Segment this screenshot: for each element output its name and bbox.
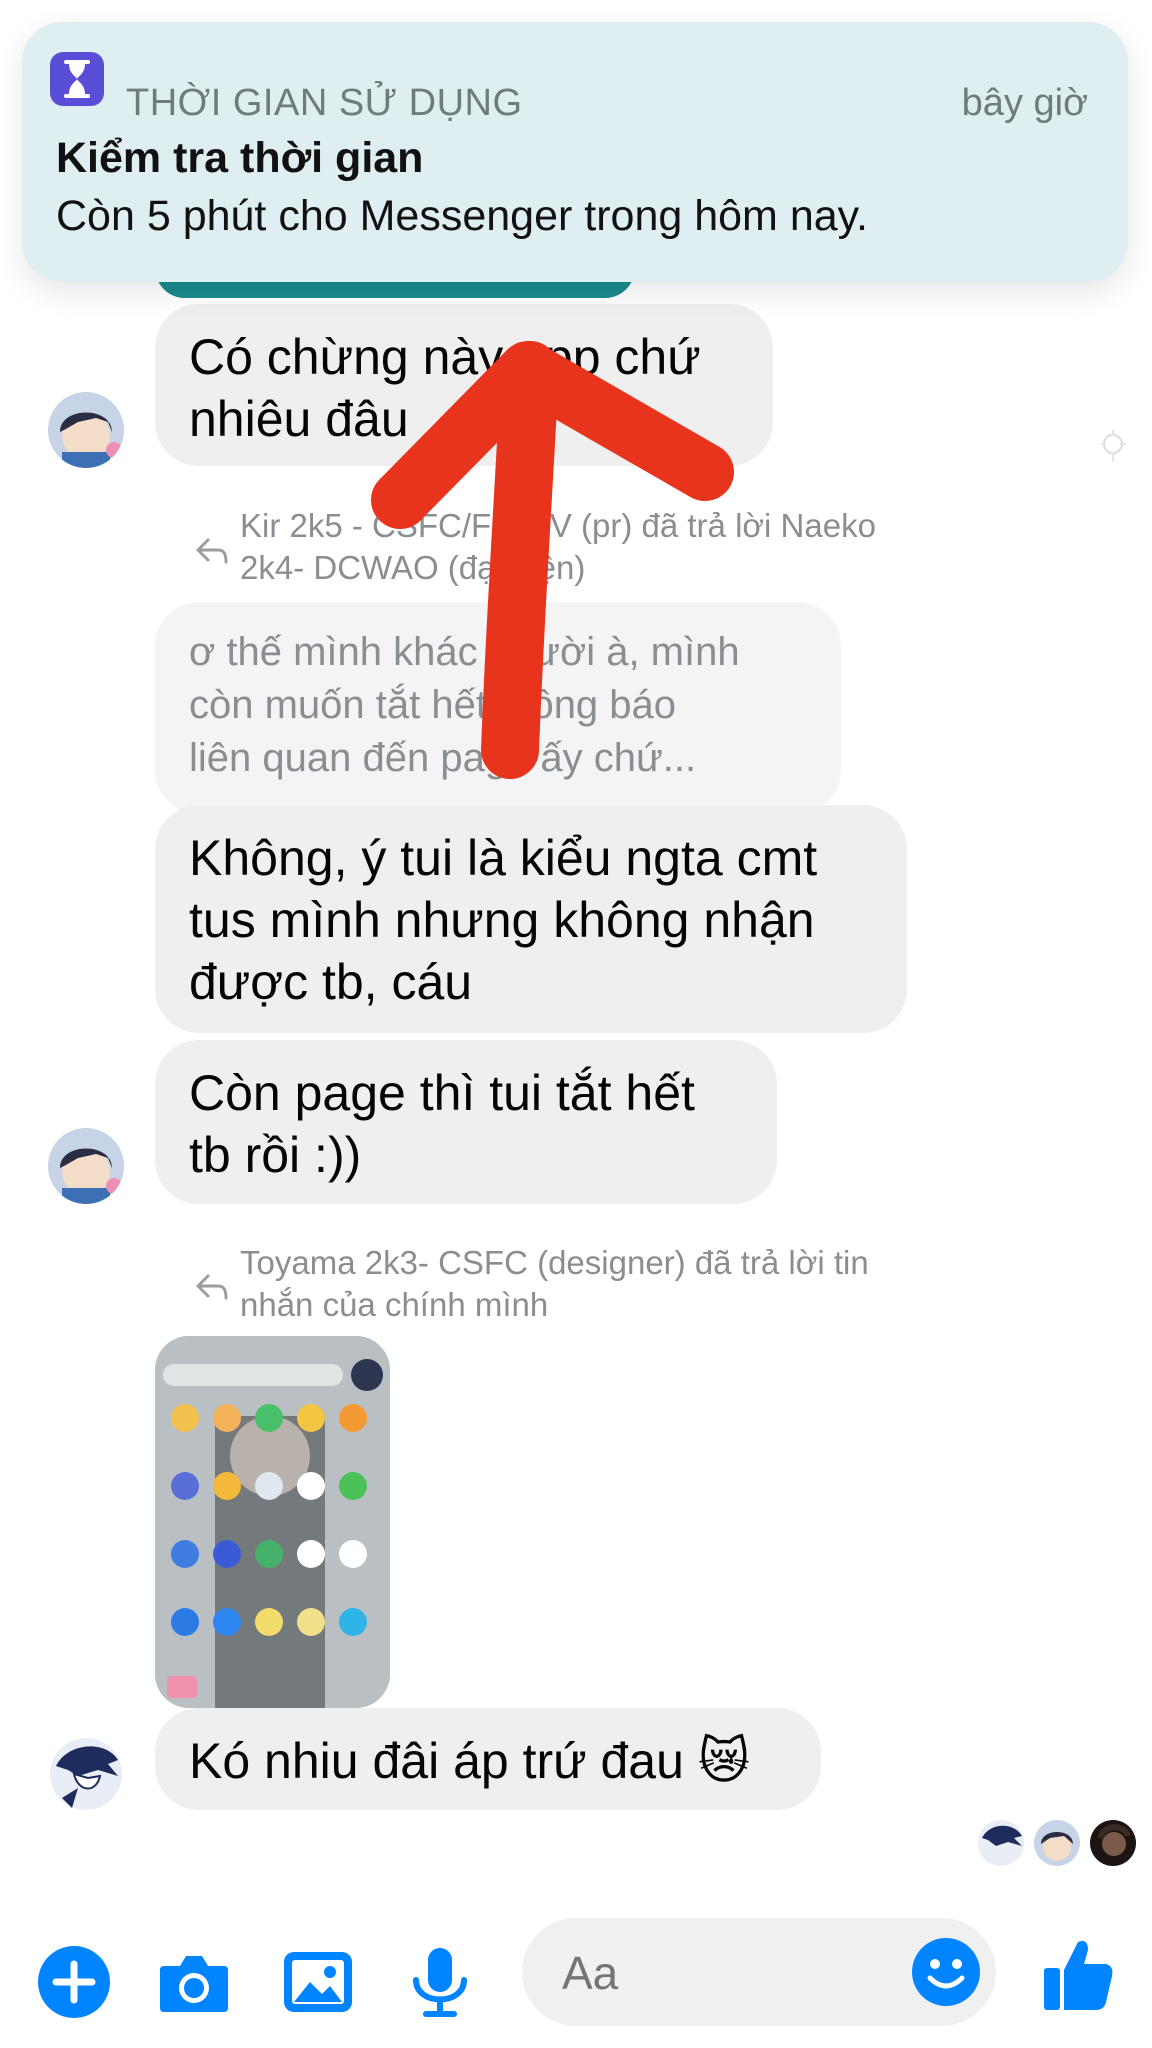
quoted-message[interactable]: ơ thế mình khác người à, mình còn muốn t… bbox=[155, 602, 841, 814]
message-bubble[interactable]: Không, ý tui là kiểu ngta cmt tus mình n… bbox=[155, 805, 907, 1033]
hourglass-icon bbox=[50, 52, 104, 106]
reply-note: Toyama 2k3- CSFC (designer) đã trả lời t… bbox=[240, 1244, 869, 1323]
seen-avatar bbox=[978, 1820, 1024, 1866]
sender-avatar[interactable] bbox=[48, 1128, 124, 1204]
notification-time: bây giờ bbox=[961, 82, 1088, 124]
screen-time-notification[interactable]: THỜI GIAN SỬ DỤNG bây giờ Kiểm tra thời … bbox=[22, 22, 1128, 282]
sender-avatar[interactable] bbox=[48, 392, 124, 468]
seen-avatar bbox=[1034, 1820, 1080, 1866]
notification-title: Kiểm tra thời gian bbox=[56, 134, 424, 182]
camera-icon[interactable] bbox=[156, 1944, 232, 2020]
shared-photo[interactable] bbox=[155, 1336, 390, 1708]
message-bubble[interactable]: Còn page thì tui tắt hết tb rồi :)) bbox=[155, 1040, 777, 1204]
reply-arrow-icon bbox=[192, 530, 232, 570]
message-bubble[interactable]: Kó nhiu đâi áp trứ đau 😿 bbox=[155, 1708, 821, 1810]
message-bubble[interactable]: Có chừng này app chứ nhiêu đâu bbox=[155, 304, 773, 466]
message-input[interactable] bbox=[562, 1938, 902, 2008]
reply-note: Kir 2k5 - CSFC/F-DCV (pr) đã trả lời Nae… bbox=[240, 507, 876, 586]
reply-arrow-icon bbox=[192, 1266, 232, 1306]
sparkle-sticker bbox=[1098, 428, 1128, 464]
microphone-icon[interactable] bbox=[402, 1944, 478, 2020]
notification-body: Còn 5 phút cho Messenger trong hôm nay. bbox=[56, 192, 868, 240]
gallery-icon[interactable] bbox=[280, 1944, 356, 2020]
seen-avatar bbox=[1090, 1820, 1136, 1866]
thumbs-up-icon[interactable] bbox=[1040, 1934, 1116, 2014]
emoji-icon[interactable] bbox=[910, 1936, 982, 2008]
notification-app-name: THỜI GIAN SỬ DỤNG bbox=[126, 82, 523, 124]
sender-avatar[interactable] bbox=[48, 1736, 124, 1812]
message-input-field[interactable] bbox=[522, 1918, 996, 2026]
plus-icon[interactable] bbox=[36, 1944, 112, 2020]
